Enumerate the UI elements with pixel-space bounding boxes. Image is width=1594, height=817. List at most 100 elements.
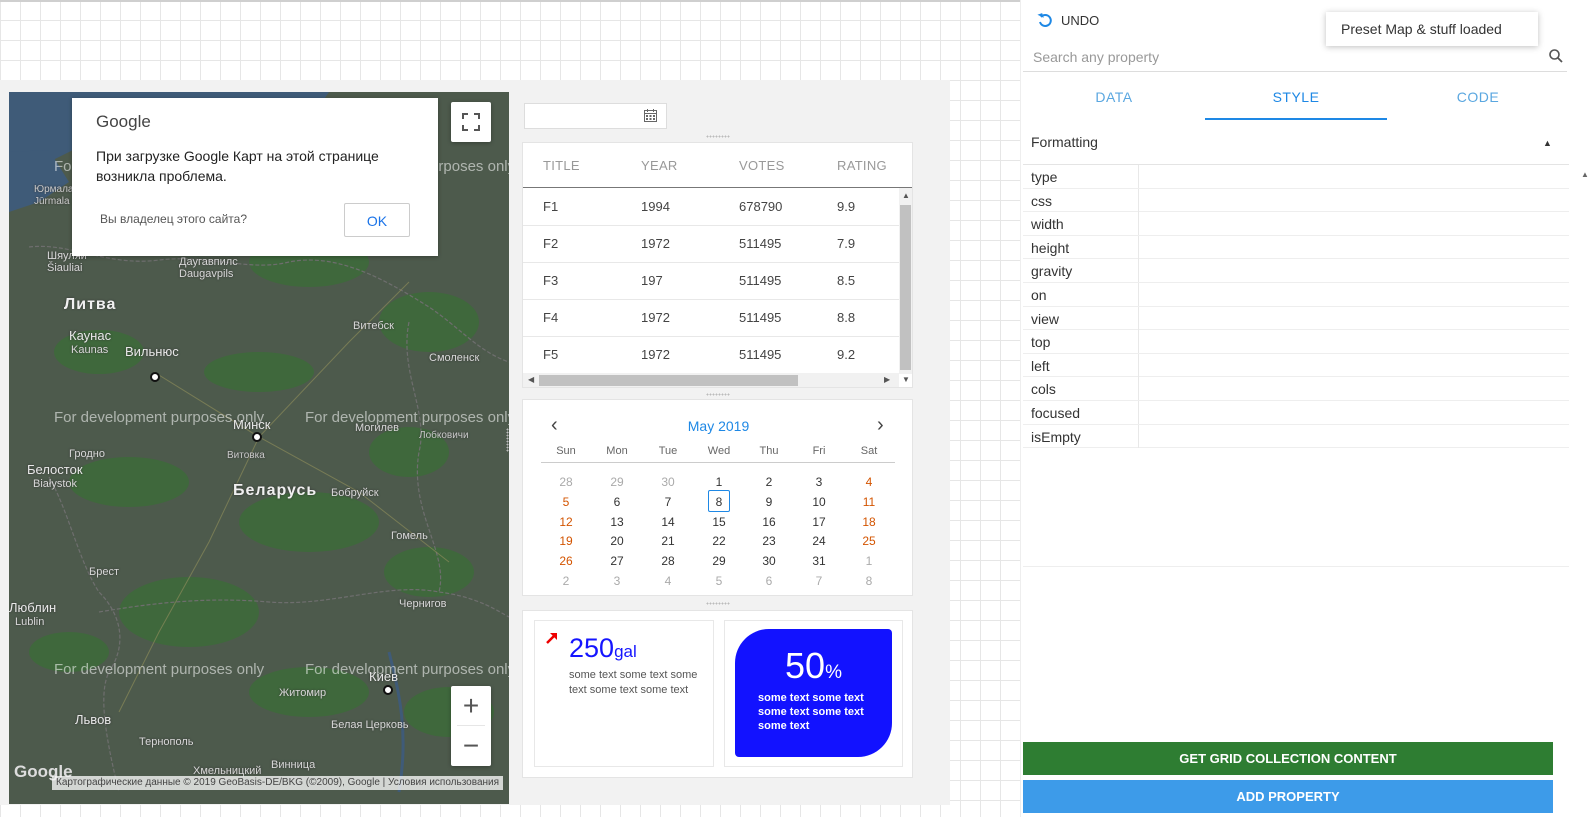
- calendar-day[interactable]: 11: [844, 495, 894, 509]
- calendar-day[interactable]: 5: [541, 495, 591, 509]
- scroll-right-arrow-icon[interactable]: ▶: [884, 375, 890, 384]
- calendar-day[interactable]: 29: [592, 475, 642, 489]
- scroll-up-arrow-icon[interactable]: ▲: [902, 191, 910, 200]
- table-cell: 1994: [641, 199, 670, 214]
- collapse-caret-icon[interactable]: ▲: [1543, 138, 1552, 148]
- calendar-day[interactable]: 4: [643, 574, 693, 588]
- scroll-up-arrow-icon[interactable]: ▲: [1581, 170, 1589, 179]
- calendar-day[interactable]: 25: [844, 534, 894, 548]
- calendar-day[interactable]: 27: [592, 554, 642, 568]
- calendar-day[interactable]: 2: [541, 574, 591, 588]
- calendar-day[interactable]: 30: [744, 554, 794, 568]
- table-row[interactable]: F3 197 511495 8.5: [523, 262, 899, 300]
- calendar-day[interactable]: 17: [794, 515, 844, 529]
- calendar-day[interactable]: 20: [592, 534, 642, 548]
- calendar-day[interactable]: 30: [643, 475, 693, 489]
- undo-button[interactable]: UNDO: [1037, 12, 1099, 28]
- property-row[interactable]: width: [1023, 212, 1569, 236]
- horizontal-scroll-thumb[interactable]: [539, 375, 798, 386]
- tab-code[interactable]: CODE: [1387, 80, 1569, 120]
- property-row[interactable]: view: [1023, 306, 1569, 331]
- get-grid-collection-content-button[interactable]: GET GRID COLLECTION CONTENT: [1023, 742, 1553, 775]
- zoom-out-button[interactable]: −: [451, 726, 491, 765]
- dialog-ok-button[interactable]: OK: [344, 203, 410, 237]
- calendar-day[interactable]: 8: [844, 574, 894, 588]
- resize-handle[interactable]: [506, 428, 509, 452]
- calendar-day[interactable]: 5: [694, 574, 744, 588]
- property-row[interactable]: left: [1023, 353, 1569, 378]
- calendar-day[interactable]: 31: [794, 554, 844, 568]
- dialog-owner-link[interactable]: Вы владелец этого сайта?: [100, 212, 247, 226]
- table-row[interactable]: F1 1994 678790 9.9: [523, 188, 899, 226]
- calendar-day[interactable]: 18: [844, 515, 894, 529]
- next-month-button[interactable]: ›: [877, 414, 884, 437]
- column-header[interactable]: RATING: [837, 158, 887, 173]
- add-property-button[interactable]: ADD PROPERTY: [1023, 780, 1553, 813]
- property-row[interactable]: on: [1023, 282, 1569, 307]
- map-label: Смоленск: [429, 352, 480, 364]
- resize-handle[interactable]: [706, 135, 730, 138]
- calendar-day[interactable]: 28: [643, 554, 693, 568]
- calendar-day[interactable]: 12: [541, 515, 591, 529]
- calendar-day[interactable]: 29: [694, 554, 744, 568]
- calendar-day[interactable]: 19: [541, 534, 591, 548]
- property-row[interactable]: isEmpty: [1023, 424, 1569, 449]
- fullscreen-button[interactable]: [451, 102, 491, 142]
- calendar-day[interactable]: 28: [541, 475, 591, 489]
- property-row[interactable]: cols: [1023, 377, 1569, 401]
- formatting-section-header[interactable]: Formatting ▲: [1023, 128, 1569, 165]
- table-row[interactable]: F4 1972 511495 8.8: [523, 299, 899, 337]
- search-icon[interactable]: [1549, 49, 1563, 63]
- table-cell: 9.2: [837, 347, 856, 362]
- column-header[interactable]: TITLE: [543, 158, 580, 173]
- column-header[interactable]: YEAR: [641, 158, 678, 173]
- date-picker-input[interactable]: [524, 103, 667, 129]
- column-header[interactable]: VOTES: [739, 158, 785, 173]
- property-row[interactable]: css: [1023, 188, 1569, 213]
- calendar-month-label[interactable]: May 2019: [523, 418, 914, 434]
- calendar-day[interactable]: 10: [794, 495, 844, 509]
- vertical-scroll-thumb[interactable]: [900, 205, 911, 370]
- zoom-in-button[interactable]: +: [451, 686, 491, 725]
- property-row[interactable]: gravity: [1023, 259, 1569, 283]
- calendar-day[interactable]: 3: [794, 475, 844, 489]
- scroll-left-arrow-icon[interactable]: ◀: [528, 375, 534, 384]
- table-row[interactable]: F2 1972 511495 7.9: [523, 225, 899, 263]
- property-row[interactable]: height: [1023, 235, 1569, 260]
- search-input[interactable]: Search any property: [1033, 49, 1159, 65]
- calendar-day[interactable]: 6: [592, 495, 642, 509]
- property-row[interactable]: top: [1023, 330, 1569, 354]
- calendar-day[interactable]: 7: [643, 495, 693, 509]
- property-row[interactable]: type: [1023, 165, 1569, 189]
- calendar-day[interactable]: 15: [694, 515, 744, 529]
- calendar-day[interactable]: 24: [794, 534, 844, 548]
- calendar-day-selected[interactable]: 8: [694, 495, 744, 509]
- calendar-day[interactable]: 2: [744, 475, 794, 489]
- calendar-day[interactable]: 16: [744, 515, 794, 529]
- map-attribution[interactable]: Картографические данные © 2019 GeoBasis-…: [52, 776, 504, 790]
- calendar-day[interactable]: 4: [844, 475, 894, 489]
- scroll-down-arrow-icon[interactable]: ▼: [902, 375, 910, 384]
- calendar-day[interactable]: 3: [592, 574, 642, 588]
- calendar-day[interactable]: 26: [541, 554, 591, 568]
- weekday-label: Mon: [606, 445, 628, 457]
- tab-data[interactable]: DATA: [1023, 80, 1205, 120]
- property-value-divider: [1138, 306, 1139, 330]
- calendar-day[interactable]: 13: [592, 515, 642, 529]
- resize-handle[interactable]: [706, 602, 730, 605]
- calendar-day[interactable]: 9: [744, 495, 794, 509]
- tab-style[interactable]: STYLE: [1205, 80, 1387, 120]
- table-row[interactable]: F5 1972 511495 9.2: [523, 336, 899, 374]
- calendar-day[interactable]: 1: [694, 475, 744, 489]
- calendar-day[interactable]: 1: [844, 554, 894, 568]
- map-label: Kaunas: [71, 344, 109, 356]
- calendar-day[interactable]: 6: [744, 574, 794, 588]
- calendar-day[interactable]: 21: [643, 534, 693, 548]
- calendar-day[interactable]: 14: [643, 515, 693, 529]
- property-row[interactable]: focused: [1023, 400, 1569, 425]
- stat-unit: %: [825, 662, 842, 683]
- resize-handle[interactable]: [706, 393, 730, 396]
- calendar-day[interactable]: 22: [694, 534, 744, 548]
- calendar-day[interactable]: 23: [744, 534, 794, 548]
- calendar-day[interactable]: 7: [794, 574, 844, 588]
